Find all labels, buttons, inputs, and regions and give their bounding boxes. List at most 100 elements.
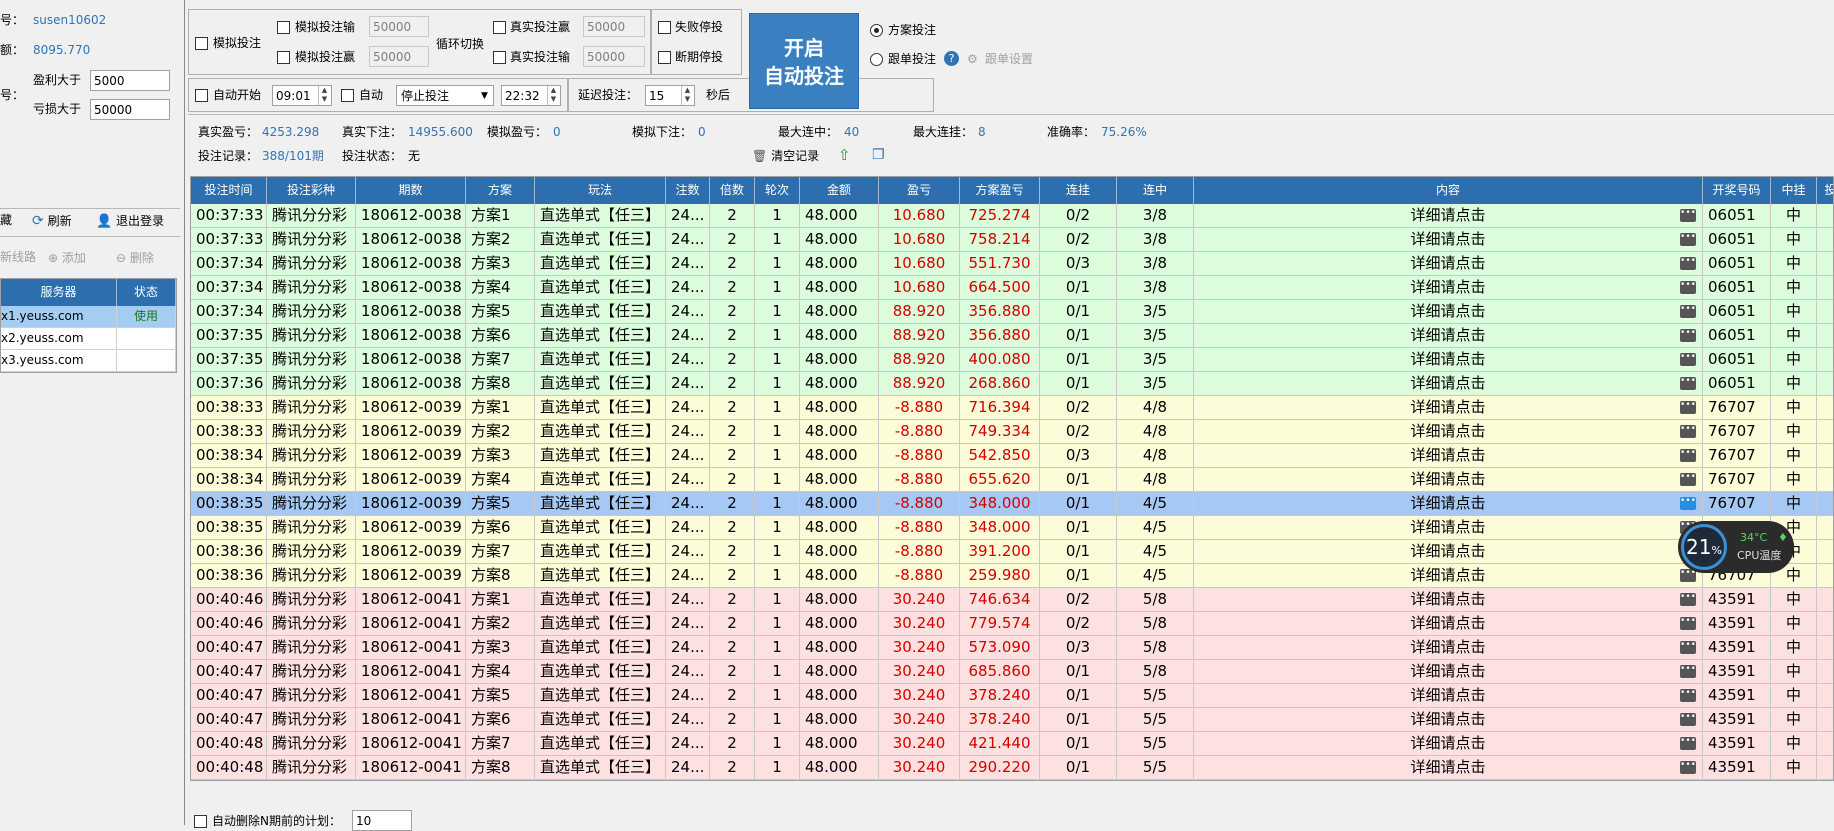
cell-content[interactable]: 详细请点击••• [1194,372,1703,395]
profit-gt-input[interactable] [90,70,170,91]
more-icon[interactable]: ••• [1680,233,1696,246]
hide-button[interactable]: 藏 [0,212,12,228]
header-bet[interactable]: 投注 [1817,177,1833,204]
table-row[interactable]: 00:40:47 腾讯分分彩 180612-0041 方案5 直选单式【任三】 24...… [191,684,1833,708]
table-row[interactable]: 00:40:47 腾讯分分彩 180612-0041 方案4 直选单式【任三】 24...… [191,660,1833,684]
table-row[interactable]: 00:38:33 腾讯分分彩 180612-0039 方案2 直选单式【任三】 24...… [191,420,1833,444]
table-row[interactable]: 00:38:36 腾讯分分彩 180612-0039 方案7 直选单式【任三】 24...… [191,540,1833,564]
header-draw-number[interactable]: 开奖号码 [1703,177,1771,204]
cell-content[interactable]: 详细请点击••• [1194,492,1703,515]
auto-delete-checkbox[interactable] [194,815,207,828]
delay-spinner[interactable]: ▲ ▼ [681,86,693,105]
table-row[interactable]: 00:40:46 腾讯分分彩 180612-0041 方案2 直选单式【任三】 24...… [191,612,1833,636]
cell-content[interactable]: 详细请点击••• [1194,732,1703,755]
more-icon[interactable]: ••• [1680,497,1696,510]
stop-mode-select[interactable]: 停止投注 ▼ [396,85,494,106]
header-count[interactable]: 注数 [666,177,710,204]
more-icon[interactable]: ••• [1680,329,1696,342]
cell-content[interactable]: 详细请点击••• [1194,396,1703,419]
windows-icon[interactable]: ❐ [872,147,885,163]
loss-gt-input[interactable] [90,99,170,120]
logout-button[interactable]: 👤 退出登录 [96,212,164,229]
table-row[interactable]: 00:37:33 腾讯分分彩 180612-0038 方案1 直选单式【任三】 24...… [191,204,1833,228]
cell-content[interactable]: 详细请点击••• [1194,252,1703,275]
table-row[interactable]: 00:38:34 腾讯分分彩 180612-0039 方案4 直选单式【任三】 24...… [191,468,1833,492]
server-row[interactable]: x1.yeuss.com 使用 [1,306,176,328]
plan-bet-radio[interactable] [870,24,883,37]
cell-content[interactable]: 详细请点击••• [1194,660,1703,683]
sim-win-checkbox[interactable] [277,51,290,64]
table-row[interactable]: 00:37:35 腾讯分分彩 180612-0038 方案6 直选单式【任三】 24...… [191,324,1833,348]
cell-content[interactable]: 详细请点击••• [1194,444,1703,467]
more-icon[interactable]: ••• [1680,353,1696,366]
break-stop-checkbox[interactable] [658,51,671,64]
more-icon[interactable]: ••• [1680,425,1696,438]
cell-content[interactable]: 详细请点击••• [1194,300,1703,323]
table-row[interactable]: 00:37:36 腾讯分分彩 180612-0038 方案8 直选单式【任三】 24...… [191,372,1833,396]
cell-content[interactable]: 详细请点击••• [1194,516,1703,539]
more-icon[interactable]: ••• [1680,737,1696,750]
table-row[interactable]: 00:37:35 腾讯分分彩 180612-0038 方案7 直选单式【任三】 24...… [191,348,1833,372]
table-row[interactable]: 00:38:35 腾讯分分彩 180612-0039 方案5 直选单式【任三】 24...… [191,492,1833,516]
more-icon[interactable]: ••• [1680,257,1696,270]
follow-settings-button[interactable]: 跟单设置 [985,51,1033,67]
start-auto-bet-button[interactable]: 开启 自动投注 [749,13,859,109]
server-row[interactable]: x3.yeuss.com [1,350,176,372]
table-row[interactable]: 00:38:35 腾讯分分彩 180612-0039 方案6 直选单式【任三】 24...… [191,516,1833,540]
header-plan-pl[interactable]: 方案盈亏 [960,177,1040,204]
more-icon[interactable]: ••• [1680,401,1696,414]
table-row[interactable]: 00:40:47 腾讯分分彩 180612-0041 方案3 直选单式【任三】 24...… [191,636,1833,660]
cell-content[interactable]: 详细请点击••• [1194,204,1703,227]
more-icon[interactable]: ••• [1680,593,1696,606]
cell-content[interactable]: 详细请点击••• [1194,708,1703,731]
header-time[interactable]: 投注时间 [191,177,267,204]
table-row[interactable]: 00:37:34 腾讯分分彩 180612-0038 方案5 直选单式【任三】 24...… [191,300,1833,324]
more-icon[interactable]: ••• [1680,689,1696,702]
help-icon[interactable]: ? [944,51,959,66]
cell-content[interactable]: 详细请点击••• [1194,468,1703,491]
table-row[interactable]: 00:37:33 腾讯分分彩 180612-0038 方案2 直选单式【任三】 24...… [191,228,1833,252]
cell-content[interactable]: 详细请点击••• [1194,588,1703,611]
header-amount[interactable]: 金额 [800,177,879,204]
more-icon[interactable]: ••• [1680,305,1696,318]
refresh-button[interactable]: ⟳ 刷新 [32,212,72,229]
table-row[interactable]: 00:37:34 腾讯分分彩 180612-0038 方案4 直选单式【任三】 24...… [191,276,1833,300]
table-row[interactable]: 00:40:48 腾讯分分彩 180612-0041 方案7 直选单式【任三】 24...… [191,732,1833,756]
fail-stop-checkbox[interactable] [658,21,671,34]
more-icon[interactable]: ••• [1680,449,1696,462]
table-row[interactable]: 00:38:33 腾讯分分彩 180612-0039 方案1 直选单式【任三】 24...… [191,396,1833,420]
more-icon[interactable]: ••• [1680,641,1696,654]
end-time-spinner[interactable]: ▲ ▼ [547,86,559,105]
header-plan[interactable]: 方案 [466,177,535,204]
cell-content[interactable]: 详细请点击••• [1194,540,1703,563]
more-icon[interactable]: ••• [1680,713,1696,726]
real-win-checkbox[interactable] [493,21,506,34]
sim-bet-checkbox[interactable] [195,37,208,50]
auto-start-checkbox[interactable] [195,89,208,102]
cell-content[interactable]: 详细请点击••• [1194,636,1703,659]
header-win[interactable]: 连中 [1117,177,1194,204]
upload-icon[interactable]: ⇧ [838,147,851,163]
clear-records-button[interactable]: 🗑 清空记录 [752,147,819,164]
header-play[interactable]: 玩法 [535,177,666,204]
cell-content[interactable]: 详细请点击••• [1194,564,1703,587]
more-icon[interactable]: ••• [1680,281,1696,294]
cell-content[interactable]: 详细请点击••• [1194,756,1703,779]
more-icon[interactable]: ••• [1680,761,1696,774]
real-lose-checkbox[interactable] [493,51,506,64]
cell-content[interactable]: 详细请点击••• [1194,324,1703,347]
cell-content[interactable]: 详细请点击••• [1194,276,1703,299]
more-icon[interactable]: ••• [1680,473,1696,486]
auto-checkbox[interactable] [341,89,354,102]
sim-lose-input[interactable] [369,16,429,37]
header-lottery[interactable]: 投注彩种 [267,177,356,204]
cell-content[interactable]: 详细请点击••• [1194,684,1703,707]
real-win-input[interactable] [583,16,645,37]
auto-delete-input[interactable] [352,810,412,831]
add-button[interactable]: ⊕ 添加 [48,249,86,266]
header-hang[interactable]: 连挂 [1040,177,1117,204]
header-period[interactable]: 期数 [356,177,466,204]
cell-content[interactable]: 详细请点击••• [1194,612,1703,635]
header-multiple[interactable]: 倍数 [710,177,755,204]
more-icon[interactable]: ••• [1680,209,1696,222]
